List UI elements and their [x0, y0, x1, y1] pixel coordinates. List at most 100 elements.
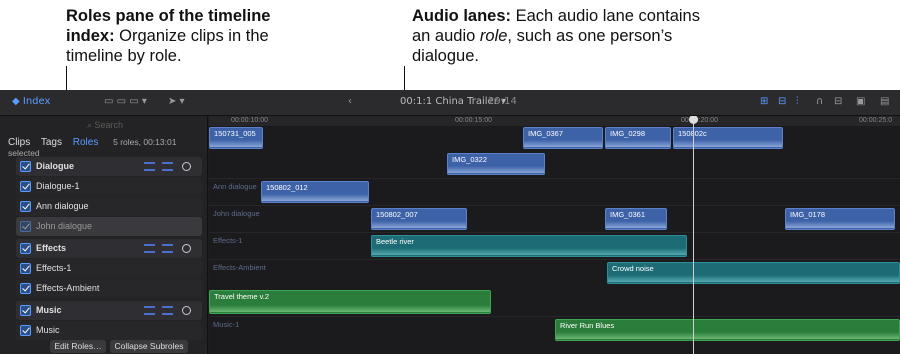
clip[interactable]: River Run Blues	[555, 319, 900, 341]
focus-icon[interactable]	[182, 162, 191, 171]
tab-clips[interactable]: Clips	[8, 137, 30, 148]
clip[interactable]: IMG_0361	[605, 208, 667, 230]
tab-tags[interactable]: Tags	[41, 137, 62, 148]
role-label: Ann dialogue	[36, 201, 89, 211]
role-controls	[144, 162, 194, 171]
snapping-icon[interactable]: ⊞	[760, 96, 768, 107]
back-arrow-icon[interactable]: ‹	[348, 96, 352, 107]
effects-browser-icon[interactable]: ▤	[880, 96, 889, 107]
role-controls	[144, 306, 194, 315]
clip[interactable]: IMG_0298	[605, 127, 671, 149]
select-tool-icon[interactable]: ➤ ▾	[168, 96, 185, 107]
clip-label: Travel theme v.2	[214, 292, 270, 301]
role-dialogue-1[interactable]: Dialogue-1	[16, 177, 202, 196]
timeline[interactable]: 00:00:10:00 00:00:15:00 00:00:20:00 00:0…	[209, 116, 900, 354]
waveform	[262, 194, 368, 201]
checkbox-icon[interactable]	[20, 283, 31, 294]
clip-label: 150802_007	[376, 210, 418, 219]
clip[interactable]: IMG_0367	[523, 127, 603, 149]
clip-appearance-icon[interactable]: ▭ ▭ ▭ ▾	[104, 96, 147, 107]
checkbox-icon[interactable]	[20, 263, 31, 274]
checkbox-icon[interactable]	[20, 243, 31, 254]
checkbox-icon[interactable]	[20, 325, 31, 336]
clip-label: 150731_005	[214, 129, 256, 138]
subroles-icon[interactable]	[162, 306, 173, 315]
headphones-icon[interactable]: ∩	[816, 96, 823, 107]
checkbox-icon[interactable]	[20, 201, 31, 212]
role-music[interactable]: Music	[16, 301, 202, 320]
focus-icon[interactable]	[182, 306, 191, 315]
role-label: Music	[36, 305, 62, 315]
collapse-subroles-button[interactable]: Collapse Subroles	[110, 340, 188, 353]
waveform	[556, 332, 899, 339]
clip-appearance-settings-icon[interactable]: ▣	[856, 96, 865, 107]
subroles-icon[interactable]	[162, 244, 173, 253]
checkbox-icon[interactable]	[20, 221, 31, 232]
lane-label: Ann dialogue	[213, 182, 257, 191]
waveform	[606, 221, 666, 228]
search-input[interactable]: ⌕ Search	[40, 120, 170, 134]
roles-pane-callout: Roles pane of the timeline index: Organi…	[66, 6, 306, 66]
role-label: Music	[36, 325, 60, 335]
clip[interactable]: Crowd noise	[607, 262, 900, 284]
audio-lane-effects-ambient[interactable]: Effects-Ambient Crowd noise	[209, 259, 900, 286]
edit-roles-button[interactable]: Edit Roles…	[50, 340, 106, 353]
lanes-icon[interactable]	[144, 244, 155, 253]
role-effects-ambient[interactable]: Effects-Ambient	[16, 279, 202, 298]
audio-lanes-callout-title: Audio lanes:	[412, 7, 512, 25]
toolbar: ◆ Index ▭ ▭ ▭ ▾ ➤ ▾ ‹ 00:1:1 China Trail…	[0, 90, 900, 116]
clip[interactable]: 150731_005	[209, 127, 263, 149]
project-duration: 29:14	[488, 96, 517, 107]
index-button[interactable]: ◆ Index	[12, 96, 50, 107]
waveform	[448, 166, 544, 173]
waveform	[210, 140, 262, 147]
audio-lanes-callout: Audio lanes: Each audio lane contains an…	[412, 6, 712, 66]
clip[interactable]: 150802_007	[371, 208, 467, 230]
role-label: John dialogue	[36, 221, 93, 231]
audio-lane-ann-dialogue[interactable]: Ann dialogue 150802_012	[209, 178, 900, 205]
role-label: Effects	[36, 243, 67, 253]
role-john-dialogue[interactable]: John dialogue	[16, 217, 202, 236]
role-dialogue[interactable]: Dialogue	[16, 157, 202, 176]
lane-label: Effects-1	[213, 236, 243, 245]
clip[interactable]: 150802_012	[261, 181, 369, 203]
waveform	[608, 275, 899, 282]
ruler-mark: 00:00:25:0	[859, 117, 893, 124]
waveform	[674, 140, 782, 147]
skimming-icon[interactable]: ⊟	[778, 96, 786, 107]
role-music-sub[interactable]: Music	[16, 321, 202, 340]
waveform	[372, 221, 466, 228]
role-effects-1[interactable]: Effects-1	[16, 259, 202, 278]
clip[interactable]: Beetle river	[371, 235, 687, 257]
role-label: Effects-Ambient	[36, 283, 100, 293]
clip[interactable]: 150802c	[673, 127, 783, 149]
audio-lane-music-1[interactable]: Music-1 River Run Blues	[209, 316, 900, 343]
lanes-icon[interactable]	[144, 306, 155, 315]
lanes-icon[interactable]	[144, 162, 155, 171]
playhead[interactable]	[693, 116, 694, 354]
audio-lane-john-dialogue[interactable]: John dialogue 150802_007 IMG_0361 IMG_01…	[209, 205, 900, 232]
clip[interactable]: IMG_0178	[785, 208, 895, 230]
lane-label: John dialogue	[213, 209, 260, 218]
checkbox-icon[interactable]	[20, 161, 31, 172]
subroles-icon[interactable]	[162, 162, 173, 171]
role-effects[interactable]: Effects	[16, 239, 202, 258]
audio-lane-effects-1[interactable]: Effects-1 Beetle river	[209, 232, 900, 259]
solo-icon[interactable]: ⊟	[834, 96, 842, 107]
index-label: Index	[22, 96, 51, 107]
clip-label: IMG_0367	[528, 129, 564, 138]
audio-skimming-icon[interactable]: ⫶	[796, 96, 799, 107]
checkbox-icon[interactable]	[20, 181, 31, 192]
focus-icon[interactable]	[182, 244, 191, 253]
clip[interactable]: Travel theme v.2	[209, 290, 491, 314]
search-placeholder: Search	[94, 120, 124, 130]
clip[interactable]: IMG_0322	[447, 153, 545, 175]
clip-label: IMG_0178	[790, 210, 826, 219]
timeline-ruler[interactable]: 00:00:10:00 00:00:15:00 00:00:20:00 00:0…	[209, 116, 900, 126]
role-ann-dialogue[interactable]: Ann dialogue	[16, 197, 202, 216]
tab-roles[interactable]: Roles	[73, 137, 99, 148]
ruler-mark: 00:00:20:00	[681, 117, 718, 124]
clip-label: IMG_0322	[452, 155, 488, 164]
waveform	[210, 305, 490, 312]
checkbox-icon[interactable]	[20, 305, 31, 316]
